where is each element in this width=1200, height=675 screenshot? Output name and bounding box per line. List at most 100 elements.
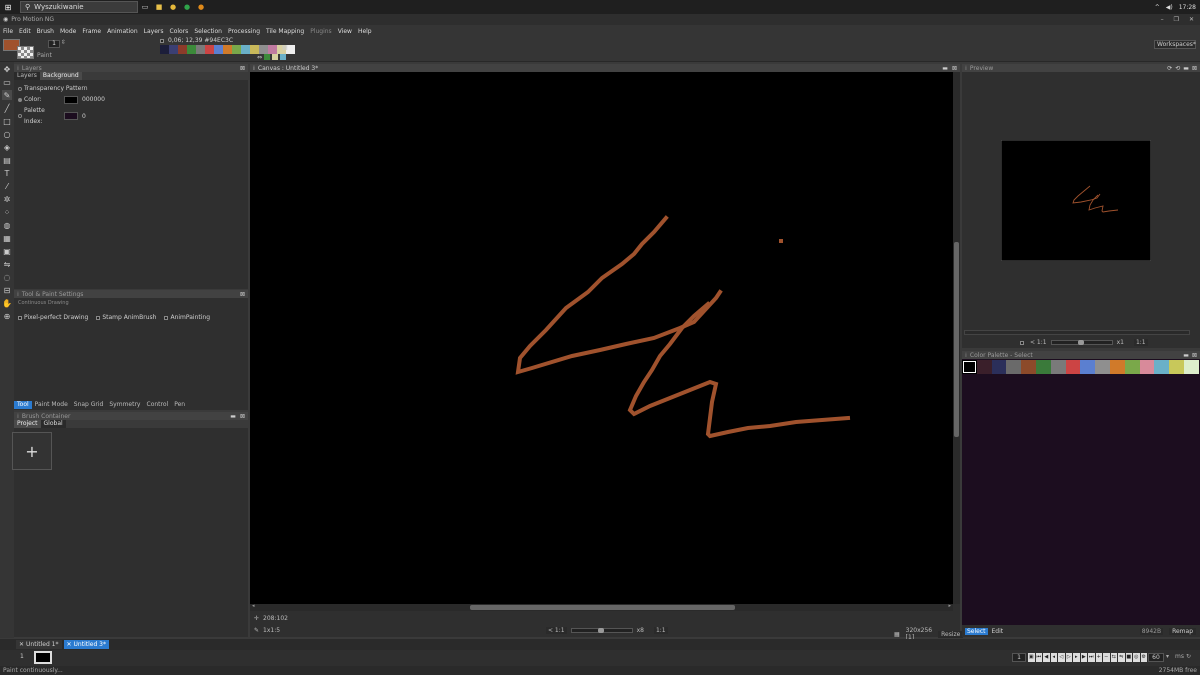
loop-mode-icon[interactable]: ⇆ xyxy=(1110,653,1117,662)
toolbar-palette-swatch[interactable] xyxy=(241,45,250,54)
option-checkbox[interactable] xyxy=(96,315,101,320)
lasso-tool-icon[interactable]: ◌ xyxy=(2,272,12,282)
fps-field[interactable]: 60 xyxy=(1148,653,1164,662)
toolbar-palette-swatch[interactable] xyxy=(187,45,196,54)
color-swatch[interactable] xyxy=(64,95,78,104)
palette-swatch[interactable] xyxy=(1021,360,1036,374)
toolbar-palette-swatch[interactable] xyxy=(169,45,178,54)
zoom-slider[interactable] xyxy=(570,628,633,633)
toolbar-palette-swatch[interactable] xyxy=(196,45,205,54)
next-frame-icon[interactable]: ▸ xyxy=(1073,653,1080,662)
coord-checkbox[interactable] xyxy=(160,38,164,43)
scroll-left-icon[interactable]: ◂ xyxy=(252,603,255,609)
scroll-right-icon[interactable]: ▸ xyxy=(948,603,951,609)
toolbar-palette-swatch[interactable] xyxy=(268,45,277,54)
taskbar-search-box[interactable]: ⚲ Wyszukiwanie xyxy=(20,1,138,13)
menu-brush[interactable]: Brush xyxy=(34,28,57,35)
palette-small-swatch-1[interactable] xyxy=(264,54,271,60)
app-orange-icon[interactable]: ● xyxy=(194,0,208,14)
toolbar-palette-swatch[interactable] xyxy=(250,45,259,54)
close-icon[interactable]: ⊠ xyxy=(952,65,957,72)
maximize-icon[interactable]: ❐ xyxy=(1174,16,1179,23)
palette-swatch[interactable] xyxy=(1006,360,1022,374)
chrome-icon[interactable]: ● xyxy=(166,0,180,14)
palette-swatch[interactable] xyxy=(1124,360,1140,374)
preview-image[interactable] xyxy=(1001,140,1151,261)
toolbar-palette-swatch[interactable] xyxy=(214,45,223,54)
doc-tab-untitled-3[interactable]: ✕ Untitled 3* xyxy=(63,640,109,649)
prev-frame-icon[interactable]: ◂ xyxy=(1050,653,1057,662)
frame-number-field[interactable]: 1 xyxy=(20,653,24,660)
palette-swatch[interactable] xyxy=(962,360,977,374)
palette-swatch[interactable] xyxy=(1080,360,1096,374)
tab-layers[interactable]: Layers xyxy=(14,72,40,80)
tab-paint-mode[interactable]: Paint Mode xyxy=(32,401,71,409)
fill-tool-icon[interactable]: ◈ xyxy=(2,142,12,152)
tab-global[interactable]: Global xyxy=(40,420,66,428)
palette-swatch[interactable] xyxy=(1035,360,1051,374)
tab-tool[interactable]: Tool xyxy=(14,401,32,409)
toolbar-palette-swatch[interactable] xyxy=(232,45,241,54)
option-stamp-animbrush[interactable]: Stamp AnimBrush xyxy=(96,314,156,321)
zoom-selector[interactable]: < 1:1 xyxy=(546,627,567,634)
option-pixel-perfect-drawing[interactable]: Pixel-perfect Drawing xyxy=(18,314,88,321)
option-animpainting[interactable]: AnimPainting xyxy=(164,314,210,321)
close-icon[interactable]: ⊠ xyxy=(1192,352,1197,359)
preview-ratio-button[interactable]: 1:1 xyxy=(1133,339,1148,346)
ellipse-tool-icon[interactable]: ○ xyxy=(2,129,12,139)
taskbar-clock[interactable]: 17:28 xyxy=(1179,4,1196,11)
toolbar-palette-swatch[interactable] xyxy=(259,45,268,54)
close-icon[interactable]: ⊠ xyxy=(240,291,245,298)
zoom-tool-icon[interactable]: ⊕ xyxy=(2,311,12,321)
tab-pen[interactable]: Pen xyxy=(171,401,188,409)
play-reverse-icon[interactable]: ◁ xyxy=(1058,653,1065,662)
doc-tab-untitled-1[interactable]: ✕ Untitled 1* xyxy=(16,640,62,649)
palette-index-swatch[interactable] xyxy=(64,112,78,120)
brush-size-stepper[interactable]: ⇳ xyxy=(61,39,66,46)
close-icon[interactable]: ✕ xyxy=(67,640,72,649)
canvas-horizontal-scrollbar[interactable]: ◂ ▸ xyxy=(250,603,953,611)
add-brush-button[interactable]: + xyxy=(12,432,52,470)
close-icon[interactable]: ▬ ⊠ xyxy=(230,413,245,420)
zoom-slider-thumb[interactable] xyxy=(597,628,604,633)
palette-edit-tab[interactable]: Edit xyxy=(990,628,1006,635)
camera-icon[interactable]: ▣ xyxy=(1028,653,1035,662)
first-frame-icon[interactable]: ⏮ xyxy=(1035,653,1042,662)
palette-small-swatch-3[interactable] xyxy=(280,54,287,60)
tab-symmetry[interactable]: Symmetry xyxy=(106,401,143,409)
menu-frame[interactable]: Frame xyxy=(79,28,104,35)
playback-frame-field[interactable]: 1 xyxy=(1012,653,1026,662)
select-rect-tool-icon[interactable]: ▭ xyxy=(2,77,12,87)
palette-small-swatch-2[interactable] xyxy=(272,54,279,60)
aspect-ratio-button[interactable]: 1:1 xyxy=(653,627,668,634)
hand-tool-icon[interactable]: ✋ xyxy=(2,298,12,308)
close-icon[interactable]: ✕ xyxy=(19,640,24,649)
palette-swatch[interactable] xyxy=(1183,360,1199,374)
menu-processing[interactable]: Processing xyxy=(225,28,263,35)
next-key-icon[interactable]: ▶ xyxy=(1080,653,1087,662)
palette-swatch[interactable] xyxy=(1050,360,1066,374)
option-checkbox[interactable] xyxy=(18,315,22,320)
palette-swatch[interactable] xyxy=(1065,360,1081,374)
menu-file[interactable]: File xyxy=(0,28,16,35)
preview-zoom-selector[interactable]: < 1:1 xyxy=(1030,339,1047,346)
menu-colors[interactable]: Colors xyxy=(167,28,192,35)
onion-skin-icon[interactable]: ◎ xyxy=(1133,653,1140,662)
workspaces-dropdown[interactable]: Workspaces* xyxy=(1154,40,1196,49)
menu-selection[interactable]: Selection xyxy=(191,28,225,35)
color-option[interactable]: Color: 000000 xyxy=(18,94,244,105)
palette-swatch[interactable] xyxy=(1154,360,1170,374)
preview-zoom-slider[interactable] xyxy=(1050,340,1113,345)
menu-help[interactable]: Help xyxy=(355,28,375,35)
magic-wand-tool-icon[interactable]: ✲ xyxy=(2,194,12,204)
rectangle-tool-icon[interactable]: □ xyxy=(2,116,12,126)
delete-frame-icon[interactable]: − xyxy=(1103,653,1110,662)
stop-icon[interactable]: ■ xyxy=(1125,653,1132,662)
close-icon[interactable]: ✕ xyxy=(1189,16,1194,23)
menu-layers[interactable]: Layers xyxy=(141,28,167,35)
stamp-tool-icon[interactable]: ▣ xyxy=(2,246,12,256)
preview-scrollbar[interactable] xyxy=(964,330,1190,335)
toolbar-palette-swatch[interactable] xyxy=(205,45,214,54)
windows-start-icon[interactable]: ⊞ xyxy=(0,0,16,14)
add-frame-icon[interactable]: + xyxy=(1095,653,1102,662)
